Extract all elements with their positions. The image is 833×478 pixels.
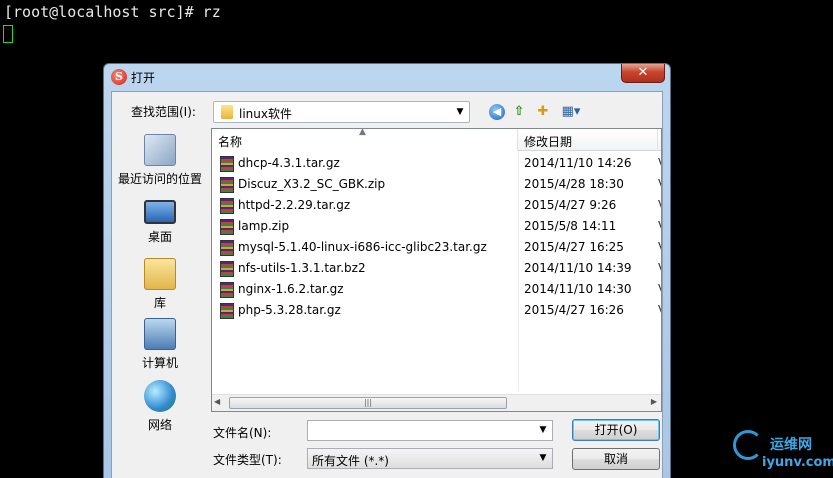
- archive-file-icon: [220, 219, 234, 235]
- file-date: 2014/11/10 14:26: [524, 156, 632, 170]
- file-row[interactable]: nginx-1.6.2.tar.gz 2014/11/10 14:30 V: [212, 279, 661, 300]
- filetype-label: 文件类型(T):: [213, 453, 282, 467]
- archive-file-icon: [220, 198, 234, 214]
- scroll-left-icon[interactable]: ◀: [214, 397, 220, 406]
- file-row[interactable]: nfs-utils-1.3.1.tar.bz2 2014/11/10 14:39…: [212, 258, 661, 279]
- chevron-down-icon[interactable]: ▼: [537, 451, 549, 465]
- up-folder-button[interactable]: ⇧: [510, 101, 528, 123]
- archive-file-icon: [220, 240, 234, 256]
- file-type-partial: V: [658, 156, 661, 170]
- archive-file-icon: [220, 261, 234, 277]
- dialog-title: 打开: [131, 71, 156, 85]
- filename-label: 文件名(N):: [213, 426, 272, 440]
- open-button[interactable]: 打开(O): [572, 419, 660, 441]
- file-type-partial: V: [658, 240, 661, 254]
- watermark-url: iyunv.com: [762, 455, 833, 470]
- file-row[interactable]: httpd-2.2.29.tar.gz 2015/4/27 9:26 V: [212, 195, 661, 216]
- column-header-more[interactable]: ⁞: [660, 133, 661, 144]
- file-list: ▲ 名称 修改日期 ⁞ dhcp-4.3.1.tar.gz 2014/11/10…: [211, 128, 662, 412]
- terminal-prompt: [root@localhost src]# rz: [4, 3, 221, 21]
- file-row[interactable]: php-5.3.28.tar.gz 2015/4/27 16:26 V: [212, 300, 661, 321]
- column-header-name[interactable]: ▲ 名称: [212, 129, 518, 151]
- place-label: 库: [153, 296, 166, 310]
- scrollbar-thumb[interactable]: |||: [229, 397, 507, 409]
- lookin-combo[interactable]: linux软件 ▼: [213, 101, 470, 123]
- place-label: 网络: [147, 418, 172, 432]
- horizontal-scrollbar[interactable]: ◀ ||| ▶: [212, 394, 661, 411]
- place-label: 计算机: [141, 356, 178, 370]
- place-computer[interactable]: 计算机: [116, 318, 204, 371]
- folder-icon: [221, 105, 233, 119]
- app-icon: S: [111, 69, 127, 85]
- place-recent[interactable]: 最近访问的位置: [116, 134, 204, 187]
- file-row[interactable]: Discuz_X3.2_SC_GBK.zip 2015/4/28 18:30 V: [212, 174, 661, 195]
- column-header-row: ▲ 名称 修改日期 ⁞: [212, 129, 661, 151]
- file-name: php-5.3.28.tar.gz: [238, 303, 341, 317]
- desktop-icon: [144, 200, 176, 224]
- new-folder-button[interactable]: ✚: [533, 101, 553, 123]
- file-type-partial: V: [658, 198, 661, 212]
- place-desktop[interactable]: 桌面: [116, 196, 204, 245]
- file-row[interactable]: mysql-5.1.40-linux-i686-icc-glibc23.tar.…: [212, 237, 661, 258]
- cancel-button[interactable]: 取消: [572, 448, 660, 470]
- library-icon: [144, 258, 176, 290]
- file-date: 2015/4/27 9:26: [524, 198, 617, 212]
- archive-file-icon: [220, 177, 234, 193]
- place-label: 桌面: [147, 230, 172, 244]
- chevron-down-icon[interactable]: ▼: [537, 423, 549, 437]
- close-button[interactable]: ✕: [621, 64, 665, 83]
- column-date-label: 修改日期: [524, 135, 573, 149]
- file-row[interactable]: lamp.zip 2015/5/8 14:11 V: [212, 216, 661, 237]
- filename-combo[interactable]: ▼: [307, 420, 553, 441]
- file-type-partial: V: [658, 219, 661, 233]
- file-name: dhcp-4.3.1.tar.gz: [238, 156, 340, 170]
- place-network[interactable]: 网络: [116, 380, 204, 433]
- sort-ascending-icon: ▲: [359, 128, 366, 137]
- chevron-down-icon[interactable]: ▼: [454, 105, 466, 119]
- scroll-right-icon[interactable]: ▶: [651, 397, 657, 406]
- file-date: 2014/11/10 14:39: [524, 261, 632, 275]
- views-menu-button[interactable]: ▦▾: [558, 101, 584, 123]
- lookin-label: 查找范围(I):: [131, 105, 196, 119]
- watermark-text: 运维网: [770, 437, 812, 453]
- archive-file-icon: [220, 303, 234, 319]
- place-library[interactable]: 库: [116, 258, 204, 311]
- network-icon: [144, 380, 176, 412]
- file-date: 2015/4/27 16:25: [524, 240, 624, 254]
- file-row[interactable]: dhcp-4.3.1.tar.gz 2014/11/10 14:26 V: [212, 153, 661, 174]
- watermark-logo-icon: [733, 430, 763, 460]
- back-button[interactable]: ◀: [488, 101, 506, 123]
- dialog-client: 查找范围(I): linux软件 ▼ ◀ ⇧ ✚ ▦▾ 最近访问的位置 桌面 库…: [111, 91, 663, 478]
- archive-file-icon: [220, 156, 234, 172]
- file-type-partial: V: [658, 282, 661, 296]
- file-name: httpd-2.2.29.tar.gz: [238, 198, 351, 212]
- file-type-partial: V: [658, 261, 661, 275]
- file-name: nfs-utils-1.3.1.tar.bz2: [238, 261, 366, 275]
- filetype-select[interactable]: 所有文件 (*.*) ▼: [307, 448, 553, 469]
- open-file-dialog: S 打开 ✕ 查找范围(I): linux软件 ▼ ◀ ⇧ ✚ ▦▾ 最近访问的…: [103, 63, 671, 478]
- file-date: 2015/4/27 16:26: [524, 303, 624, 317]
- computer-icon: [144, 318, 176, 350]
- file-name: mysql-5.1.40-linux-i686-icc-glibc23.tar.…: [238, 240, 487, 254]
- place-label: 最近访问的位置: [117, 172, 202, 186]
- file-date: 2014/11/10 14:30: [524, 282, 632, 296]
- column-header-date[interactable]: 修改日期: [518, 129, 658, 151]
- file-type-partial: V: [658, 303, 661, 317]
- file-date: 2015/4/28 18:30: [524, 177, 624, 191]
- file-name: lamp.zip: [238, 219, 290, 233]
- file-name: nginx-1.6.2.tar.gz: [238, 282, 344, 296]
- lookin-value: linux软件: [239, 107, 292, 121]
- back-arrow-icon: ◀: [489, 104, 505, 120]
- dialog-titlebar[interactable]: S 打开 ✕: [104, 64, 670, 90]
- file-date: 2015/5/8 14:11: [524, 219, 617, 233]
- file-type-partial: V: [658, 177, 661, 191]
- filename-input[interactable]: [308, 421, 528, 440]
- file-name: Discuz_X3.2_SC_GBK.zip: [238, 177, 386, 191]
- filetype-value: 所有文件 (*.*): [312, 454, 389, 468]
- column-name-label: 名称: [218, 135, 243, 149]
- recent-places-icon: [144, 134, 176, 166]
- archive-file-icon: [220, 282, 234, 298]
- terminal-cursor: [3, 25, 13, 43]
